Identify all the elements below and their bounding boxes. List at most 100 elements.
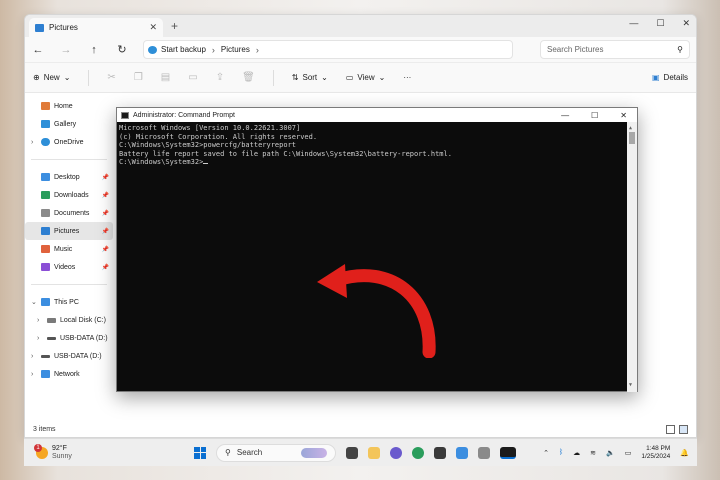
- up-arrow-icon[interactable]: ↑: [87, 44, 101, 56]
- cloud-icon: [41, 138, 50, 146]
- sidebar-item-network[interactable]: › Network: [25, 365, 113, 383]
- sidebar-item-onedrive[interactable]: › OneDrive: [25, 133, 113, 151]
- file-explorer-app-icon[interactable]: [368, 446, 380, 459]
- sort-icon: ⇅: [291, 73, 299, 82]
- sidebar-item-label: USB-DATA (D:): [60, 334, 108, 342]
- cmd-titlebar: Administrator: Command Prompt — ☐ ✕: [117, 108, 637, 122]
- wifi-icon[interactable]: ≋: [590, 449, 596, 457]
- sidebar-item-local-disk[interactable]: › Local Disk (C:): [25, 311, 113, 329]
- back-arrow-icon[interactable]: ←: [31, 44, 45, 56]
- clock-date: 1/25/2024: [641, 452, 671, 460]
- chevron-right-icon[interactable]: ›: [31, 139, 33, 146]
- tiles-view-icon[interactable]: [679, 424, 688, 434]
- rename-icon[interactable]: ▭: [188, 72, 197, 83]
- sidebar-item-gallery[interactable]: Gallery: [25, 115, 113, 133]
- window-controls: — ☐ ✕: [629, 18, 690, 29]
- home-icon: [41, 102, 50, 110]
- clock[interactable]: 1:48 PM 1/25/2024: [641, 445, 670, 461]
- tab-pictures[interactable]: Pictures ✕: [29, 18, 163, 37]
- copilot-icon[interactable]: [390, 446, 402, 459]
- sidebar-item-usb-data-1[interactable]: › USB-DATA (D:): [25, 329, 113, 347]
- sidebar-item-label: OneDrive: [54, 138, 84, 146]
- sidebar-divider: [31, 159, 107, 160]
- chevron-right-icon[interactable]: ›: [31, 371, 33, 378]
- copy-icon[interactable]: ❐: [134, 72, 143, 83]
- bluetooth-icon[interactable]: ᛒ: [559, 449, 563, 456]
- volume-icon[interactable]: 🔈: [606, 449, 615, 457]
- sidebar-item-videos[interactable]: Videos 📌: [25, 258, 113, 276]
- more-options-button[interactable]: ···: [403, 73, 411, 82]
- settings-gear-icon[interactable]: [478, 446, 490, 459]
- chevron-down-icon[interactable]: ⌄: [31, 298, 37, 306]
- details-view-icon[interactable]: [666, 424, 675, 434]
- sidebar-item-downloads[interactable]: Downloads 📌: [25, 186, 113, 204]
- chevron-right-icon[interactable]: ›: [31, 353, 33, 360]
- search-icon: ⚲: [225, 448, 231, 457]
- cmd-scrollbar[interactable]: ▲ ▼: [627, 122, 637, 392]
- console-line: Microsoft Windows [Version 10.0.22621.30…: [119, 124, 301, 132]
- close-button[interactable]: ✕: [682, 18, 690, 29]
- task-view-icon[interactable]: [346, 446, 358, 459]
- sidebar-item-this-pc[interactable]: ⌄ This PC: [25, 293, 113, 311]
- battery-icon[interactable]: ▭: [625, 449, 632, 457]
- cut-icon[interactable]: ✂: [107, 72, 115, 83]
- sidebar-item-home[interactable]: Home: [25, 97, 113, 115]
- cmd-close-button[interactable]: ✕: [620, 111, 627, 120]
- sidebar-item-documents[interactable]: Documents 📌: [25, 204, 113, 222]
- minimize-button[interactable]: —: [629, 18, 638, 29]
- edge-browser-icon[interactable]: [412, 446, 424, 459]
- sidebar-item-music[interactable]: Music 📌: [25, 240, 113, 258]
- scroll-down-icon[interactable]: ▼: [629, 381, 632, 390]
- refresh-icon[interactable]: ↻: [115, 43, 129, 56]
- weather-widget[interactable]: 1 92°F Sunny: [24, 443, 194, 461]
- explorer-titlebar: Pictures ✕ + — ☐ ✕: [25, 15, 696, 37]
- breadcrumb-pictures[interactable]: Pictures: [221, 45, 250, 54]
- sidebar-item-label: Gallery: [54, 120, 77, 128]
- scroll-thumb[interactable]: [629, 132, 635, 144]
- chevron-down-icon: ⌄: [321, 73, 328, 82]
- address-bar[interactable]: Start backup › Pictures ›: [143, 40, 513, 59]
- sidebar-item-desktop[interactable]: Desktop 📌: [25, 168, 113, 186]
- command-prompt-window: Administrator: Command Prompt — ☐ ✕ Micr…: [116, 107, 638, 392]
- new-button[interactable]: ⊕ New ⌄: [33, 73, 70, 82]
- console-line: (c) Microsoft Corporation. All rights re…: [119, 132, 318, 141]
- tab-close-icon[interactable]: ✕: [149, 22, 157, 33]
- maximize-button[interactable]: ☐: [656, 18, 664, 29]
- store-icon[interactable]: [434, 446, 446, 459]
- search-box[interactable]: ⚲: [540, 40, 690, 59]
- sidebar-item-pictures[interactable]: Pictures 📌: [25, 222, 113, 240]
- status-bar: 3 items: [25, 421, 696, 437]
- console-prompt: C:\Windows\System32>: [119, 158, 204, 167]
- chevron-right-icon[interactable]: ›: [37, 335, 39, 342]
- taskbar-search-box[interactable]: ⚲ Search: [216, 443, 336, 462]
- forward-arrow-icon[interactable]: →: [59, 44, 73, 56]
- chevron-right-icon[interactable]: ›: [37, 317, 39, 324]
- details-label: Details: [663, 73, 688, 82]
- start-backup-button[interactable]: Start backup: [148, 45, 206, 54]
- mail-icon[interactable]: [456, 446, 468, 459]
- share-icon[interactable]: ⇪: [216, 72, 224, 83]
- chevron-up-icon[interactable]: ⌃: [543, 449, 549, 457]
- onedrive-cloud-icon[interactable]: ☁: [573, 449, 580, 457]
- sidebar-item-usb-data-2[interactable]: › USB-DATA (D:): [25, 347, 113, 365]
- new-tab-button[interactable]: +: [171, 19, 178, 33]
- sidebar-item-label: Downloads: [54, 191, 89, 199]
- console-line: C:\Windows\System32>powercfg/batteryrepo…: [119, 141, 297, 150]
- paste-icon[interactable]: ▤: [161, 72, 170, 83]
- notification-bell-icon[interactable]: 🔔: [680, 449, 689, 457]
- cmd-maximize-button[interactable]: ☐: [591, 111, 598, 120]
- red-annotation-arrow-icon: [317, 264, 436, 358]
- tab-label: Pictures: [49, 23, 78, 32]
- notification-badge: 1: [34, 443, 42, 452]
- view-button[interactable]: ▭ View ⌄: [346, 73, 385, 82]
- item-count: 3 items: [33, 425, 56, 433]
- windows-start-icon[interactable]: [194, 446, 206, 459]
- search-input[interactable]: [547, 45, 678, 54]
- details-button[interactable]: ▣ Details: [652, 73, 688, 82]
- sort-button[interactable]: ⇅ Sort ⌄: [292, 73, 328, 82]
- delete-icon[interactable]: 🗑: [242, 72, 255, 83]
- sidebar-item-label: Network: [54, 370, 80, 378]
- system-tray: ⌃ ᛒ ☁ ≋ 🔈 ▭ 1:48 PM 1/25/2024 🔔: [543, 445, 697, 461]
- command-prompt-app-icon[interactable]: [500, 446, 516, 459]
- cmd-minimize-button[interactable]: —: [561, 111, 569, 120]
